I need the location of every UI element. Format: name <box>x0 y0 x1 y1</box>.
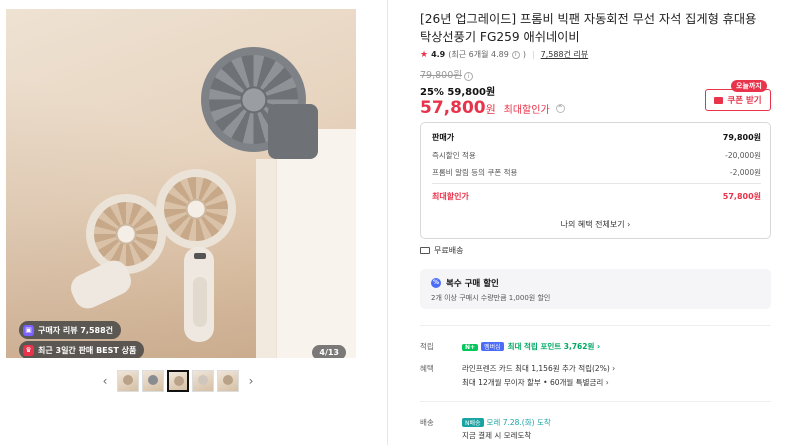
final-price-currency: 원 <box>485 103 496 116</box>
rating-detail-end: ) <box>522 50 526 59</box>
percent-icon: % <box>431 278 441 288</box>
delivery-sub: 지금 결제 시 모레도착 <box>462 431 532 440</box>
truck-icon <box>420 247 430 254</box>
thumbnail-prev-arrow-icon[interactable]: ‹ <box>96 374 114 388</box>
benefit-installment-line[interactable]: 최대 12개월 무이자 할부 • 60개월 특별금리 › <box>462 377 609 388</box>
fan-left-image <box>86 194 166 274</box>
multi-buy-discount-box: % 복수 구매 할인 2개 이상 구매시 수량만큼 1,000원 할인 <box>420 269 771 309</box>
review-badge-text: 구매자 리뷰 7,588건 <box>38 325 114 335</box>
rating-value: 4.9 <box>431 50 446 59</box>
coupon-download-button[interactable]: 쿠폰 받기 <box>705 89 771 111</box>
section-divider-2 <box>420 401 771 402</box>
delivery-label: 배송 <box>420 418 434 427</box>
free-shipping-text: 무료배송 <box>434 246 464 255</box>
n-delivery-badge: N배송 <box>462 418 484 427</box>
today-only-tag: 오늘까지 <box>731 80 767 92</box>
my-benefits-link[interactable]: 나의 혜택 전체보기 › <box>421 219 770 230</box>
product-main-image[interactable]: ▣ 구매자 리뷰 7,588건 ♛ 최근 3일간 판매 BEST 상품 4/13 <box>6 9 356 358</box>
thumbnail-next-arrow-icon[interactable]: › <box>242 374 260 388</box>
fan-clip-image <box>268 104 318 159</box>
best-seller-badge: ♛ 최근 3일간 판매 BEST 상품 <box>19 341 145 358</box>
price-row-coupon: 프롬비 알림 등의 쿠폰 적용 -2,000원 <box>432 168 761 177</box>
npay-badge: N+ <box>462 344 479 351</box>
final-price: 57,800원 최대할인가 ^ <box>420 98 565 118</box>
chevron-up-icon[interactable]: ^ <box>555 103 565 113</box>
review-badge-icon: ▣ <box>23 324 34 336</box>
coupon-button-label: 쿠폰 받기 <box>727 96 762 106</box>
star-icon: ★ <box>420 49 429 60</box>
price-breakdown-box: 판매가 79,800원 즉시할인 적용 -20,000원 프롬비 알림 등의 쿠폰 … <box>420 122 771 239</box>
rating-row: ★ 4.9 (최근 6개월 4.89 i ) | 7,588건 리뷰 <box>420 49 588 60</box>
rating-detail: (최근 6개월 4.89 <box>448 50 509 59</box>
best-badge-text: 최근 3일간 판매 BEST 상품 <box>38 345 137 355</box>
rating-separator: | <box>531 50 535 59</box>
coupon-icon <box>714 96 724 104</box>
multi-buy-desc: 2개 이상 구매시 수량만큼 1,000원 할인 <box>431 294 551 302</box>
section-divider <box>420 325 771 326</box>
column-divider <box>387 0 388 445</box>
price-row-instant-discount: 즉시할인 적용 -20,000원 <box>432 151 761 160</box>
review-count-badge: ▣ 구매자 리뷰 7,588건 <box>19 321 122 339</box>
thumbnail-3[interactable] <box>167 370 189 392</box>
image-backdrop-box <box>276 129 356 358</box>
thumbnail-5[interactable] <box>217 370 239 392</box>
final-price-value: 57,800 <box>420 98 486 118</box>
thumbnail-4[interactable] <box>192 370 214 392</box>
price-info-icon[interactable]: i <box>463 72 473 81</box>
price-row-total: 최대할인가 57,800원 <box>432 192 761 201</box>
points-row[interactable]: N+ 멤버십 최대 적립 포인트 3,762원 › <box>462 341 600 352</box>
product-title: [26년 업그레이드] 프롬비 빅팬 자동회전 무선 자석 집게형 휴대용 탁상… <box>420 12 757 44</box>
fan-stand-image <box>184 247 214 342</box>
benefits-label: 혜택 <box>420 364 434 373</box>
fan-cream-image <box>156 169 236 249</box>
image-counter: 4/13 <box>312 345 346 358</box>
original-price: 79,800원 i <box>420 67 473 81</box>
thumbnail-strip: ‹ › <box>96 370 260 392</box>
best-badge-icon: ♛ <box>23 344 34 356</box>
thumbnail-1[interactable] <box>117 370 139 392</box>
points-label: 적립 <box>420 342 434 351</box>
review-count-link[interactable]: 7,588건 리뷰 <box>541 49 589 60</box>
thumbnail-2[interactable] <box>142 370 164 392</box>
membership-badge: 멤버십 <box>481 342 504 351</box>
benefit-card-line[interactable]: 라인프렌즈 카드 최대 1,156원 추가 적립(2%) › <box>462 363 615 374</box>
final-price-label: 최대할인가 <box>503 105 550 116</box>
rating-info-icon[interactable]: i <box>511 50 520 59</box>
delivery-date: 모레 7.28.(화) 도착 <box>486 418 551 427</box>
original-price-text: 79,800원 <box>420 70 462 81</box>
price-divider <box>432 183 761 184</box>
price-row-sale: 판매가 79,800원 <box>432 133 761 142</box>
multi-buy-title: % 복수 구매 할인 <box>431 278 499 289</box>
free-shipping: 무료배송 <box>420 245 463 256</box>
discount-price-line: 25% 59,800원 <box>420 87 496 98</box>
points-value: 최대 적립 포인트 3,762원 › <box>507 342 601 351</box>
delivery-row: N배송 모레 7.28.(화) 도착 <box>462 417 551 428</box>
